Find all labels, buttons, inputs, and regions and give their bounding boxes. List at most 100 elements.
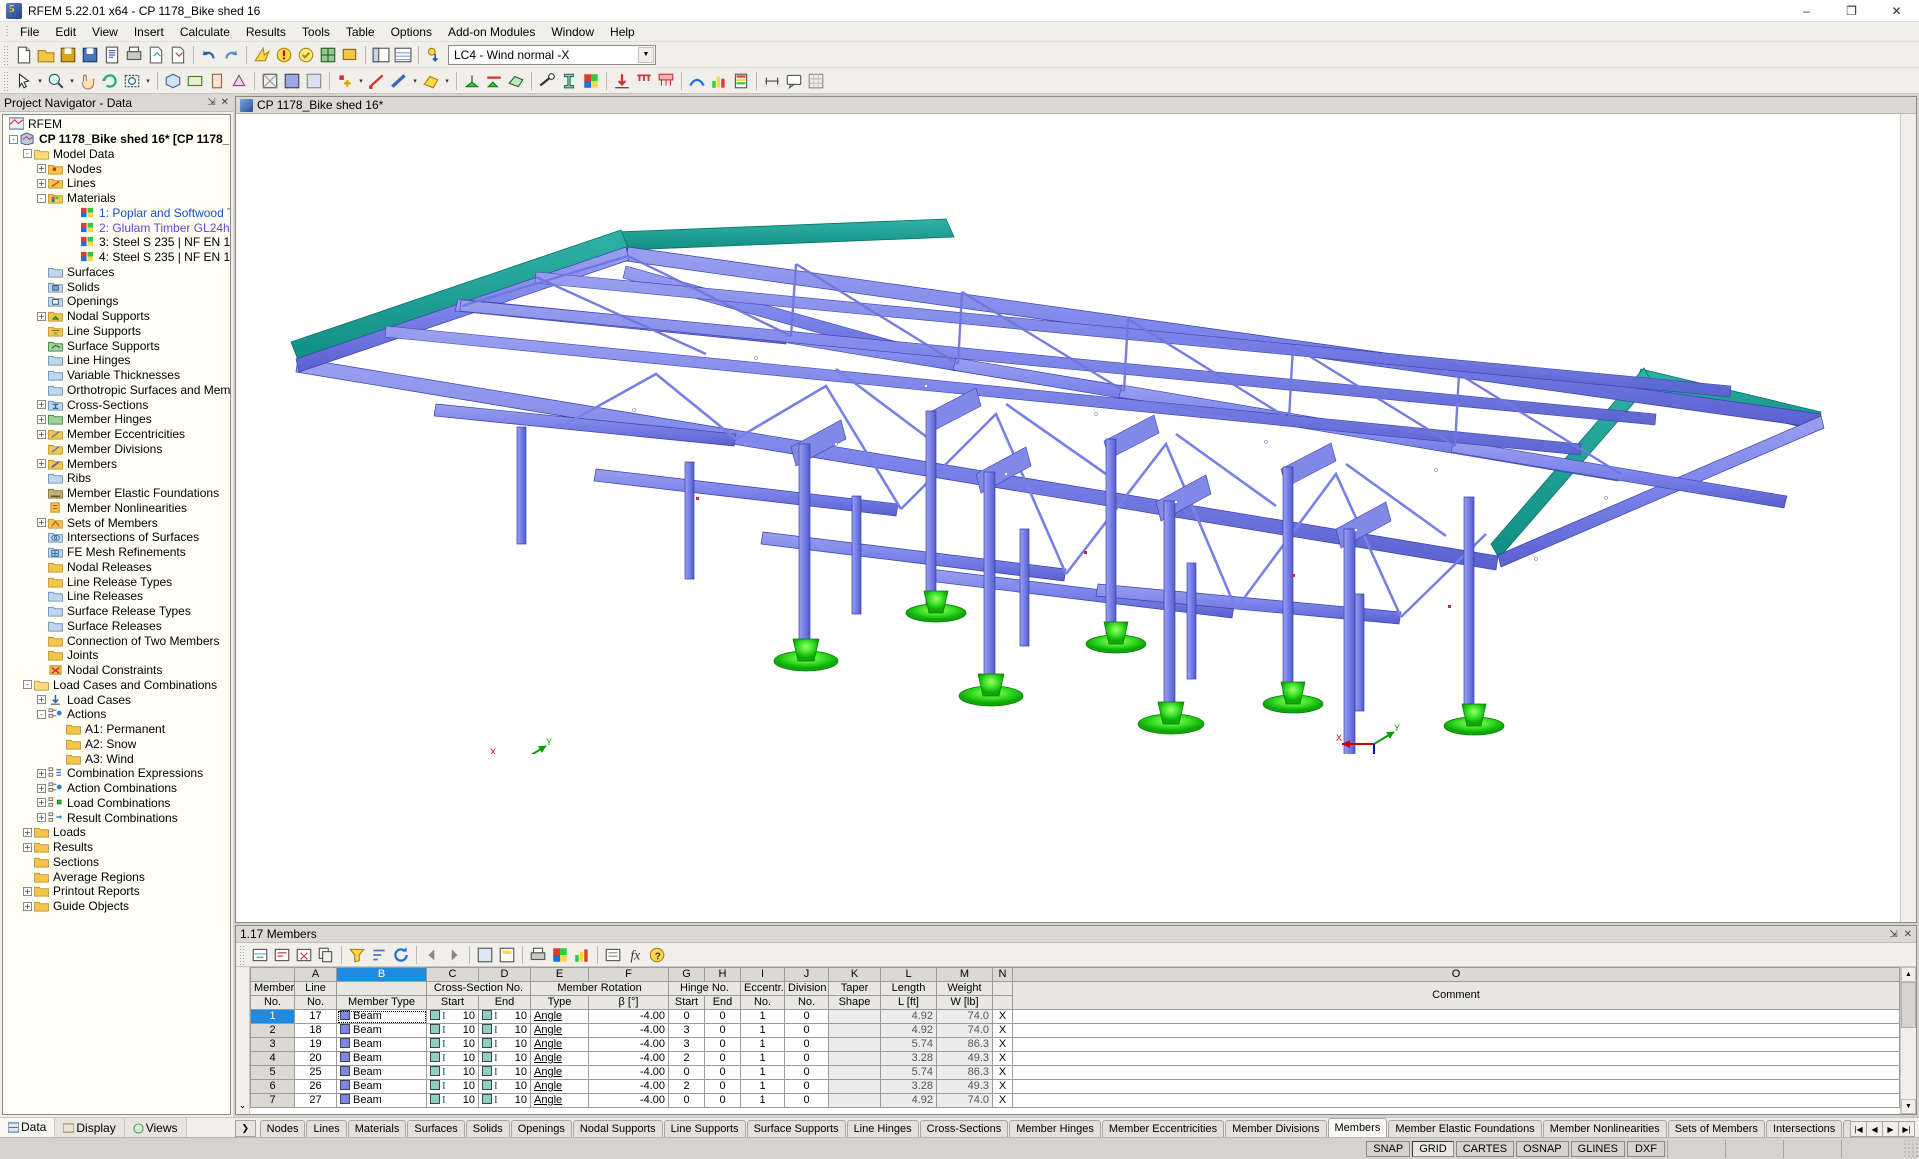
tree-item-printout-reports[interactable]: +Printout Reports [3, 884, 230, 899]
cell-division-no[interactable]: 0 [785, 1052, 829, 1066]
tab-line-supports[interactable]: Line Supports [664, 1120, 746, 1137]
rotate-icon[interactable] [99, 70, 121, 92]
expand-icon[interactable]: + [37, 459, 46, 468]
menu-results[interactable]: Results [238, 23, 294, 41]
results-diagram-icon[interactable] [708, 70, 730, 92]
expand-icon[interactable]: + [37, 695, 46, 704]
close-button[interactable]: ✕ [1874, 0, 1919, 22]
cell-rotation-type[interactable]: Angle [531, 1094, 589, 1108]
cell-flag[interactable]: X [993, 1094, 1013, 1108]
redo-icon[interactable] [220, 44, 242, 66]
row-header-member-no[interactable]: 4 [251, 1052, 295, 1066]
surface-insert-icon[interactable] [420, 70, 442, 92]
cell-division-no[interactable]: 0 [785, 1066, 829, 1080]
tab-member-nonlinearities[interactable]: Member Nonlinearities [1543, 1120, 1667, 1137]
tab-member-eccentricities[interactable]: Member Eccentricities [1102, 1120, 1224, 1137]
resize-grip[interactable] [1903, 1140, 1919, 1158]
table-row[interactable]: 117BeamI10I10Angle-4.0000104.9274.0X [251, 1010, 1900, 1024]
material-icon[interactable] [580, 70, 602, 92]
tree-item-load-cases[interactable]: +Load Cases [3, 692, 230, 707]
row-header-member-no[interactable]: 2 [251, 1024, 295, 1038]
calculate-icon[interactable] [251, 44, 273, 66]
menu-window[interactable]: Window [543, 23, 602, 41]
undo-icon[interactable] [198, 44, 220, 66]
dimension-icon[interactable] [761, 70, 783, 92]
table-row[interactable]: 319BeamI10I10Angle-4.0030105.7486.3X [251, 1038, 1900, 1052]
chevron-down-icon[interactable]: ▾ [143, 70, 153, 92]
cell-length[interactable]: 4.92 [881, 1024, 937, 1038]
view-yz-icon[interactable] [228, 70, 250, 92]
tree-item-intersections-of-surfaces[interactable]: Intersections of Surfaces [3, 530, 230, 545]
expand-icon[interactable]: + [37, 798, 46, 807]
cell-cross-section-end[interactable]: I10 [479, 1038, 531, 1052]
tree-item-member-elastic-foundations[interactable]: Member Elastic Foundations [3, 486, 230, 501]
menu-tools[interactable]: Tools [294, 23, 338, 41]
tree-item-nodes[interactable]: +Nodes [3, 161, 230, 176]
cell-cross-section-start[interactable]: I10 [427, 1024, 479, 1038]
table-filter-icon[interactable] [346, 944, 368, 966]
tab-lines[interactable]: Lines [306, 1120, 346, 1137]
tree-item-member-nonlinearities[interactable]: Member Nonlinearities [3, 501, 230, 516]
chevron-down-icon[interactable]: ▾ [67, 70, 77, 92]
cell-length[interactable]: 5.74 [881, 1066, 937, 1080]
tree-item-members[interactable]: +Members [3, 456, 230, 471]
tree-item-model-data[interactable]: -Model Data [3, 147, 230, 162]
tree-item-orthotropic-surfaces-and-membra[interactable]: Orthotropic Surfaces and Membra [3, 383, 230, 398]
col-letter-D[interactable]: D [479, 968, 531, 982]
cell-division-no[interactable]: 0 [785, 1080, 829, 1094]
tree-item-a2-snow[interactable]: A2: Snow [3, 737, 230, 752]
tab-surface-supports[interactable]: Surface Supports [747, 1120, 846, 1137]
table-copy-icon[interactable] [315, 944, 337, 966]
tab-next-icon[interactable]: ▶ [1882, 1121, 1899, 1137]
table-formula-icon[interactable]: fx [624, 944, 646, 966]
table-prev-icon[interactable] [421, 944, 443, 966]
cell-weight[interactable]: 74.0 [937, 1024, 993, 1038]
tree-item-4-steel-s-235-nf-en-1993-1-1[interactable]: 4: Steel S 235 | NF EN 1993-1-1: [3, 250, 230, 265]
members-table[interactable]: A B C D E F G H I J [250, 967, 1900, 1114]
tree-item-line-supports[interactable]: Line Supports [3, 324, 230, 339]
cell-hinge-start[interactable]: 0 [669, 1066, 705, 1080]
tree-item-combination-expressions[interactable]: +Combination Expressions [3, 766, 230, 781]
status-toggle-osnap[interactable]: OSNAP [1516, 1141, 1569, 1157]
chevron-down-icon[interactable]: ▾ [356, 70, 366, 92]
cell-cross-section-start[interactable]: I10 [427, 1052, 479, 1066]
cell-length[interactable]: 3.28 [881, 1080, 937, 1094]
toolbar-grip[interactable] [3, 45, 10, 65]
expand-icon[interactable]: + [23, 902, 32, 911]
row-header-member-no[interactable]: 6 [251, 1080, 295, 1094]
nav-tab-views[interactable]: Views [125, 1118, 187, 1137]
cell-length[interactable]: 4.92 [881, 1094, 937, 1108]
col-letter-J[interactable]: J [785, 968, 829, 982]
cell-eccentricity-no[interactable]: 1 [741, 1010, 785, 1024]
expand-icon[interactable]: + [37, 430, 46, 439]
pin-icon[interactable]: ⇲ [1889, 929, 1897, 940]
nodal-support-icon[interactable] [461, 70, 483, 92]
cell-hinge-end[interactable]: 0 [705, 1094, 741, 1108]
tree-item-a3-wind[interactable]: A3: Wind [3, 751, 230, 766]
table-print-icon[interactable] [527, 944, 549, 966]
tree-item-variable-thicknesses[interactable]: Variable Thicknesses [3, 368, 230, 383]
collapse-icon[interactable]: - [9, 135, 18, 144]
table-next-icon[interactable] [443, 944, 465, 966]
nav-tab-display[interactable]: Display [55, 1118, 124, 1137]
cell-line-no[interactable]: 25 [295, 1066, 337, 1080]
maximize-button[interactable]: ❐ [1829, 0, 1874, 22]
cell-comment[interactable] [1013, 1052, 1900, 1066]
cell-cross-section-end[interactable]: I10 [479, 1066, 531, 1080]
load-force-icon[interactable] [611, 70, 633, 92]
row-header-member-no[interactable]: 3 [251, 1038, 295, 1052]
cell-division-no[interactable]: 0 [785, 1094, 829, 1108]
cell-rotation-beta[interactable]: -4.00 [589, 1038, 669, 1052]
menu-options[interactable]: Options [383, 23, 440, 41]
expand-icon[interactable]: + [37, 784, 46, 793]
cell-weight[interactable]: 74.0 [937, 1010, 993, 1024]
col-letter-B[interactable]: B [337, 968, 427, 982]
cell-line-no[interactable]: 27 [295, 1094, 337, 1108]
tree-item-nodal-constraints[interactable]: Nodal Constraints [3, 663, 230, 678]
member-insert-icon[interactable] [388, 70, 410, 92]
expand-icon[interactable]: + [37, 415, 46, 424]
tree-item-member-hinges[interactable]: +Member Hinges [3, 412, 230, 427]
pointer-icon[interactable] [13, 70, 35, 92]
col-letter-C[interactable]: C [427, 968, 479, 982]
chevron-down-icon[interactable]: ▼ [638, 47, 654, 63]
